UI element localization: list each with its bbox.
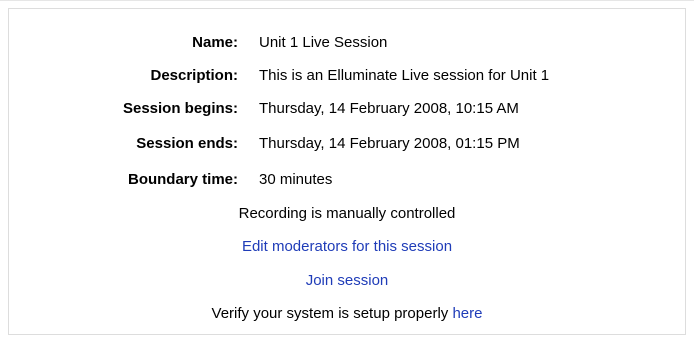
edit-moderators-link[interactable]: Edit moderators for this session (242, 238, 452, 255)
boundary-time-label: Boundary time: (127, 171, 238, 188)
session-ends-label: Session ends: (136, 135, 238, 152)
join-session-link[interactable]: Join session (306, 272, 389, 289)
session-begins-value: Thursday, 14 February 2008, 10:15 AM (259, 100, 519, 117)
name-label: Name: (192, 34, 238, 51)
description-value: This is an Elluminate Live session for U… (259, 67, 550, 84)
verify-here-link[interactable]: here (452, 305, 482, 322)
edit-moderators-row: Edit moderators for this session (9, 236, 685, 258)
name-row: Name: Unit 1 Live Session (9, 32, 685, 54)
recording-status-text: Recording is manually controlled (238, 205, 456, 222)
verify-system-row: Verify your system is setup properly her… (9, 303, 685, 325)
session-begins-row: Session begins: Thursday, 14 February 20… (9, 98, 685, 120)
verify-system-text: Verify your system is setup properly (211, 305, 453, 322)
boundary-time-row: Boundary time: 30 minutes (9, 169, 685, 191)
session-ends-row: Session ends: Thursday, 14 February 2008… (9, 133, 685, 155)
session-details-panel: Name: Unit 1 Live Session Description: T… (8, 8, 686, 335)
description-row: Description: This is an Elluminate Live … (9, 65, 685, 87)
session-ends-value: Thursday, 14 February 2008, 01:15 PM (259, 135, 520, 152)
boundary-time-value: 30 minutes (259, 171, 333, 188)
description-label: Description: (150, 67, 238, 84)
top-divider (0, 0, 694, 1)
session-begins-label: Session begins: (122, 100, 238, 117)
name-value: Unit 1 Live Session (259, 34, 388, 51)
join-session-row: Join session (9, 270, 685, 292)
